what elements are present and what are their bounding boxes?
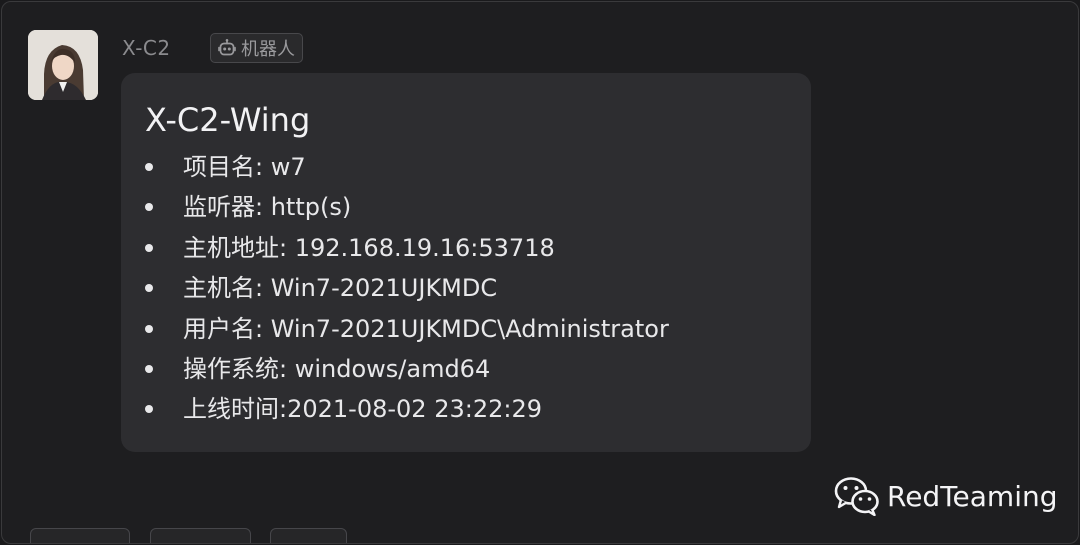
list-item: 操作系统: windows/amd64 — [145, 349, 787, 389]
list-item-text: 用户名: Win7-2021UJKMDC\Administrator — [183, 314, 669, 343]
list-item-text: 项目名: w7 — [183, 153, 306, 181]
list-item: 监听器: http(s) — [145, 187, 787, 227]
list-item: 主机地址: 192.168.19.16:53718 — [145, 228, 787, 268]
card-title: X-C2-Wing — [145, 101, 311, 139]
bullet-icon — [145, 284, 153, 293]
bullet-icon — [145, 364, 153, 373]
list-item-text: 操作系统: windows/amd64 — [183, 354, 491, 383]
list-item: 项目名: w7 — [145, 147, 787, 187]
avatar-portrait — [28, 30, 98, 100]
bullet-icon — [145, 203, 153, 212]
card-info-list: 项目名: w7 监听器: http(s) 主机地址: 192.168.19.16… — [145, 147, 787, 430]
avatar[interactable] — [28, 30, 98, 100]
robot-icon — [218, 39, 236, 56]
list-item-text: 监听器: http(s) — [183, 193, 352, 222]
bullet-icon — [145, 405, 153, 414]
group-solitaire-button[interactable]: 群接龙 — [30, 528, 130, 543]
more-button[interactable]: 更多 — [270, 528, 347, 543]
list-item: 上线时间:2021-08-02 23:22:29 — [145, 389, 787, 429]
list-item: 用户名: Win7-2021UJKMDC\Administrator — [145, 309, 787, 349]
list-item-text: 主机地址: 192.168.19.16:53718 — [183, 233, 555, 262]
bot-badge-label: 机器人 — [241, 39, 295, 60]
bot-badge: 机器人 — [210, 33, 303, 63]
sender-name: X-C2 — [122, 36, 171, 60]
bullet-icon — [145, 324, 153, 333]
watermark-text: RedTeaming — [887, 479, 1058, 513]
bullet-icon — [145, 163, 153, 171]
watermark: RedTeaming — [834, 476, 1058, 516]
list-item-text: 上线时间:2021-08-02 23:22:29 — [183, 395, 542, 424]
message-card[interactable]: X-C2-Wing 项目名: w7 监听器: http(s) 主机地址: 192… — [121, 73, 811, 452]
list-item: 主机名: Win7-2021UJKMDC — [145, 268, 787, 308]
wechat-icon — [834, 477, 879, 516]
list-item-text: 主机名: Win7-2021UJKMDC — [183, 274, 498, 303]
chat-window: X-C2 机器人 X-C2-Wing 项目名: w7 监听器: http(s) … — [1, 1, 1079, 544]
group-assistant-button[interactable]: 群助手 — [150, 528, 251, 543]
bullet-icon — [145, 243, 153, 252]
